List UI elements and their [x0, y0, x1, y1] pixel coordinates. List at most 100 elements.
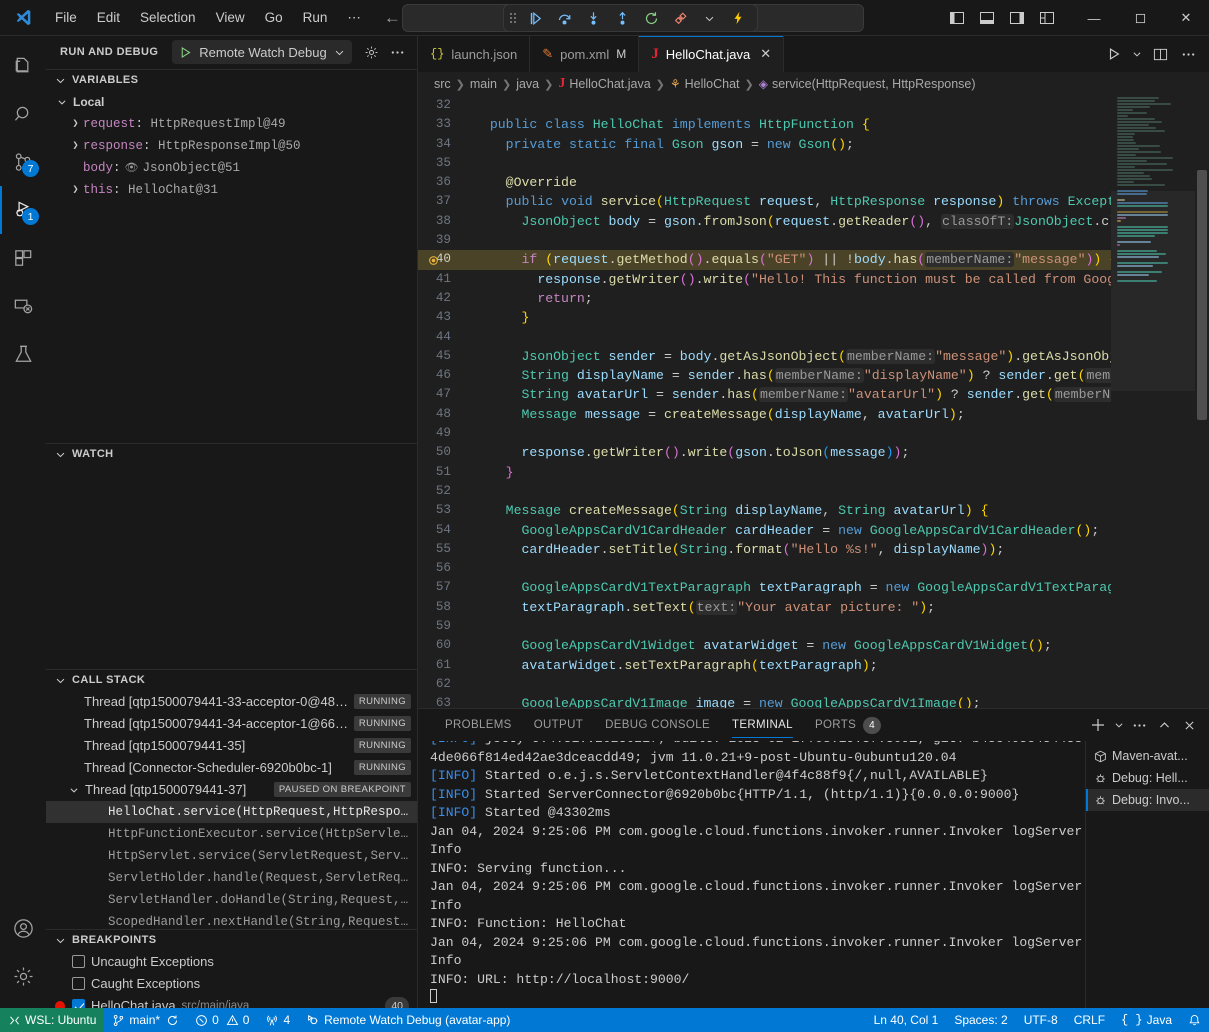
arrow-left-icon[interactable]: ←: [384, 9, 401, 26]
toggle-primary-sidebar-button[interactable]: [943, 5, 971, 31]
activity-settings-gear-icon[interactable]: [0, 952, 46, 1000]
activity-run-and-debug[interactable]: 1: [0, 186, 46, 234]
status-editor-position[interactable]: Ln 40, Col 1: [866, 1008, 947, 1032]
status-ports[interactable]: 4: [257, 1008, 298, 1032]
maximize-button[interactable]: [1117, 0, 1163, 36]
breadcrumb-item-method[interactable]: ◈ service(HttpRequest, HttpResponse): [759, 77, 976, 91]
code-line[interactable]: 38 JsonObject body = gson.fromJson(reque…: [418, 212, 1111, 231]
call-stack-thread[interactable]: Thread [qtp1500079441-34-acceptor-1@66… …: [46, 713, 417, 735]
status-remote-indicator[interactable]: WSL: Ubuntu: [0, 1008, 104, 1032]
code-line[interactable]: 44: [418, 328, 1111, 347]
breakpoint-row-caught-exceptions[interactable]: Caught Exceptions: [46, 973, 417, 995]
close-button[interactable]: ✕: [1163, 0, 1209, 36]
breadcrumb-item-class[interactable]: ⚘ HelloChat: [670, 77, 740, 91]
code-line[interactable]: 61 avatarWidget.setTextParagraph(textPar…: [418, 656, 1111, 675]
code-line[interactable]: 50 response.getWriter().write(gson.toJso…: [418, 443, 1111, 462]
minimap[interactable]: [1111, 96, 1195, 708]
call-stack-frame[interactable]: ScopedHandler.nextHandle(String,Request,…: [46, 911, 417, 929]
debug-more-dropdown[interactable]: [696, 6, 722, 30]
menu-go[interactable]: Go: [256, 7, 292, 28]
terminal-output[interactable]: /grpc/grpc-context/1.27.2/grpc-context-1…: [418, 741, 1085, 1008]
status-notifications-bell-icon[interactable]: [1180, 1008, 1209, 1032]
sidebar-more-actions-ellipsis-icon[interactable]: [385, 40, 409, 64]
code-line[interactable]: 51 }: [418, 463, 1111, 482]
code-line[interactable]: 49: [418, 424, 1111, 443]
code-line[interactable]: 32: [418, 96, 1111, 115]
editor-scrollbar[interactable]: [1195, 96, 1209, 708]
status-debug-session[interactable]: Remote Watch Debug (avatar-app): [298, 1008, 518, 1032]
code-line[interactable]: 47 String avatarUrl = sender.has(memberN…: [418, 385, 1111, 404]
scrollbar-thumb[interactable]: [1197, 170, 1207, 420]
editor-more-actions-ellipsis-icon[interactable]: [1175, 41, 1201, 67]
variable-row-body[interactable]: body: 👁 JsonObject@51: [46, 157, 417, 179]
breakpoints-section-header[interactable]: BREAKPOINTS: [46, 929, 417, 951]
terminal-list-item[interactable]: Maven-avat...: [1086, 745, 1209, 767]
call-stack-frame[interactable]: HttpFunctionExecutor.service(HttpServlet…: [46, 823, 417, 845]
call-stack-frame[interactable]: HttpServlet.service(ServletRequest,Servl…: [46, 845, 417, 867]
code-line[interactable]: 39: [418, 231, 1111, 250]
code-line[interactable]: 55 cardHeader.setTitle(String.format("He…: [418, 540, 1111, 559]
code-line[interactable]: 45 JsonObject sender = body.getAsJsonObj…: [418, 347, 1111, 366]
panel-tab-terminal[interactable]: TERMINAL: [721, 709, 804, 741]
code-line[interactable]: 46 String displayName = sender.has(membe…: [418, 366, 1111, 385]
panel-tab-ports[interactable]: PORTS 4: [804, 709, 892, 741]
terminal-list-item[interactable]: Debug: Hell...: [1086, 767, 1209, 789]
toggle-panel-button[interactable]: [973, 5, 1001, 31]
menu-edit[interactable]: Edit: [88, 7, 129, 28]
run-java-play-icon[interactable]: [1101, 41, 1127, 67]
menu-view[interactable]: View: [207, 7, 254, 28]
breadcrumb-item-java[interactable]: java: [516, 77, 539, 91]
call-stack-section-header[interactable]: CALL STACK: [46, 669, 417, 691]
status-editor-encoding[interactable]: UTF-8: [1016, 1008, 1066, 1032]
code-line[interactable]: 36 @Override: [418, 173, 1111, 192]
breakpoint-row-hellochat[interactable]: HelloChat.java src/main/java 40: [46, 995, 417, 1008]
call-stack-frame[interactable]: ServletHandler.doHandle(String,Request,H…: [46, 889, 417, 911]
status-problems[interactable]: 0 0: [187, 1008, 257, 1032]
code-editor[interactable]: 3233 public class HelloChat implements H…: [418, 96, 1111, 708]
debug-restart-button[interactable]: [638, 6, 664, 30]
tab-launch-json[interactable]: {} launch.json: [418, 36, 530, 72]
debug-continue-button[interactable]: [522, 6, 548, 30]
breakpoint-checkbox[interactable]: [72, 999, 85, 1008]
menu-more[interactable]: ⋯: [338, 7, 370, 29]
tab-hellochat-java[interactable]: J HelloChat.java ✕: [639, 36, 784, 72]
code-line[interactable]: 35: [418, 154, 1111, 173]
variables-section-header[interactable]: VARIABLES: [46, 69, 417, 91]
minimap-slider[interactable]: [1111, 191, 1195, 391]
tab-close-icon[interactable]: ✕: [760, 46, 771, 62]
debug-disconnect-plug-icon[interactable]: [667, 6, 693, 30]
panel-tab-problems[interactable]: PROBLEMS: [434, 709, 523, 741]
terminal-list-item-active[interactable]: Debug: Invo...: [1086, 789, 1209, 811]
activity-extensions[interactable]: [0, 234, 46, 282]
code-line[interactable]: 52: [418, 482, 1111, 501]
code-line[interactable]: 59: [418, 617, 1111, 636]
status-editor-language[interactable]: { } Java: [1113, 1008, 1180, 1032]
call-stack-frame[interactable]: ServletHolder.handle(Request,ServletRequ…: [46, 867, 417, 889]
code-line[interactable]: 34 private static final Gson gson = new …: [418, 135, 1111, 154]
code-line[interactable]: 43 }: [418, 308, 1111, 327]
code-line[interactable]: 54 GoogleAppsCardV1CardHeader cardHeader…: [418, 521, 1111, 540]
eye-icon[interactable]: 👁: [125, 161, 139, 175]
close-panel-close-icon[interactable]: [1177, 713, 1201, 737]
code-line[interactable]: 62: [418, 675, 1111, 694]
debug-step-into-button[interactable]: [580, 6, 606, 30]
launch-configuration-dropdown[interactable]: Remote Watch Debug: [172, 40, 351, 64]
maximize-panel-chevron-up-icon[interactable]: [1152, 713, 1176, 737]
code-line[interactable]: 40 if (request.getMethod().equals("GET")…: [418, 250, 1111, 269]
panel-tab-output[interactable]: OUTPUT: [523, 709, 594, 741]
tab-pom-xml[interactable]: ✎ pom.xml M: [530, 36, 639, 72]
activity-source-control[interactable]: 7: [0, 138, 46, 186]
breakpoint-checkbox[interactable]: [72, 977, 85, 990]
debug-lightning-icon[interactable]: [725, 6, 751, 30]
breakpoint-row-uncaught-exceptions[interactable]: Uncaught Exceptions: [46, 951, 417, 973]
new-terminal-plus-icon[interactable]: [1086, 713, 1110, 737]
code-line[interactable]: 60 GoogleAppsCardV1Widget avatarWidget =…: [418, 636, 1111, 655]
activity-search[interactable]: [0, 90, 46, 138]
grip-icon[interactable]: [510, 13, 516, 23]
menu-file[interactable]: File: [46, 7, 86, 28]
menu-selection[interactable]: Selection: [131, 7, 205, 28]
variable-row-this[interactable]: ❯ this: HelloChat@31: [46, 179, 417, 201]
run-dropdown-chevron-down-icon[interactable]: [1129, 41, 1145, 67]
status-editor-eol[interactable]: CRLF: [1066, 1008, 1113, 1032]
code-line[interactable]: 48 Message message = createMessage(displ…: [418, 405, 1111, 424]
